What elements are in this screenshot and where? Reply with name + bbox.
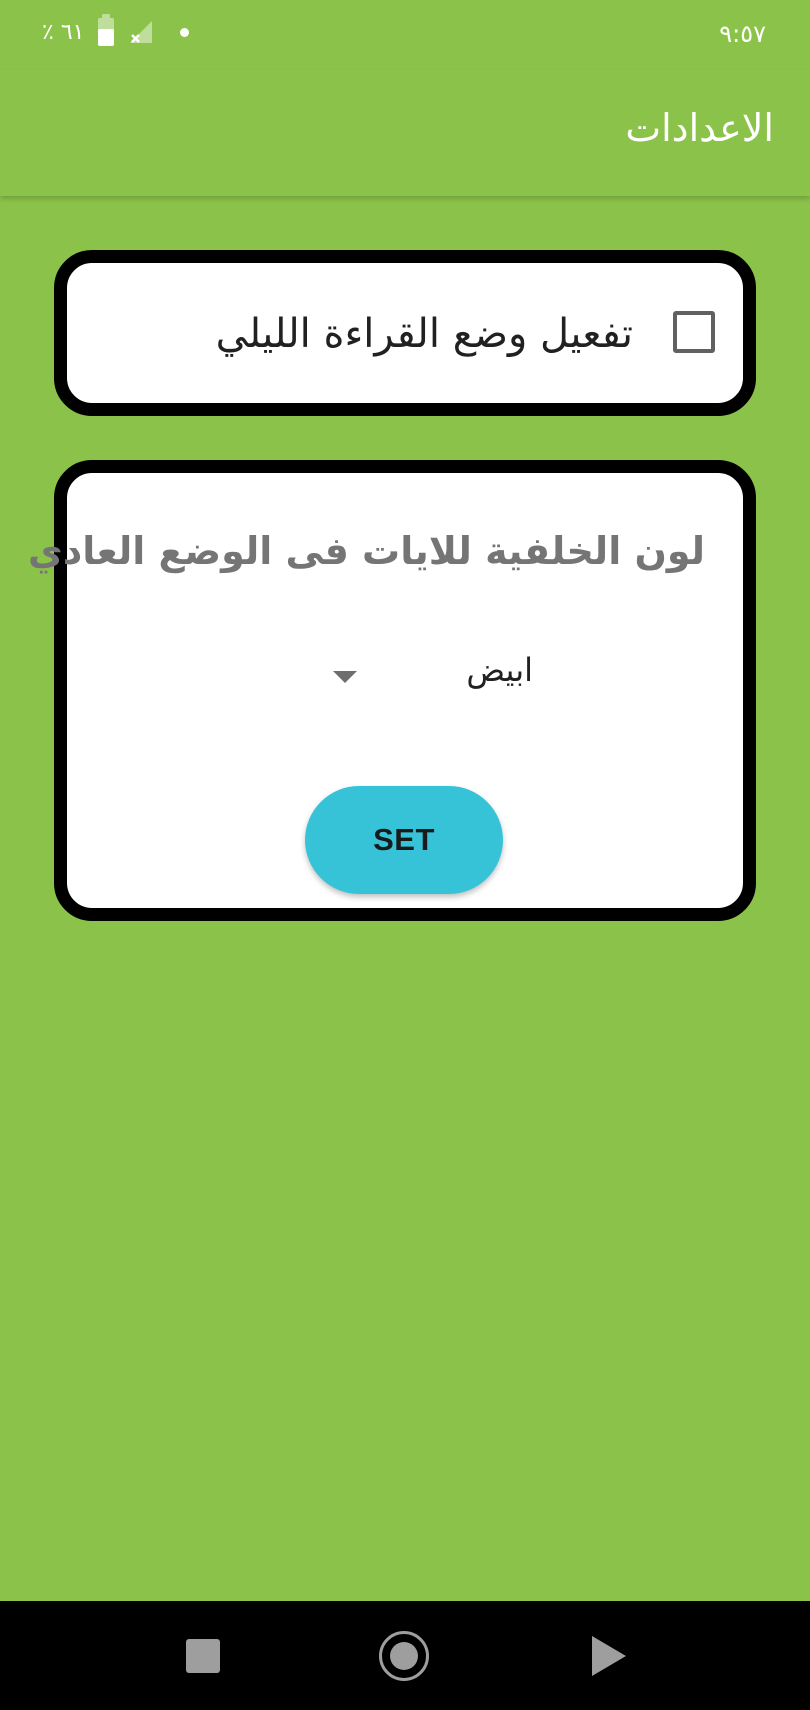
dropdown-arrow-icon: [333, 671, 357, 683]
night-mode-checkbox[interactable]: [673, 311, 715, 353]
night-mode-label[interactable]: تفعيل وضع القراءة الليلي: [216, 311, 633, 357]
status-bar: ٦١ ٪ ٩:٥٧: [0, 0, 810, 70]
background-color-title: لون الخلفية للايات فى الوضع العادي: [27, 529, 705, 573]
color-dropdown[interactable]: ابيض: [333, 651, 533, 707]
dropdown-selected-value: ابيض: [466, 651, 533, 689]
status-time: ٩:٥٧: [719, 20, 766, 48]
navigation-bar: [0, 1601, 810, 1710]
app-bar: الاعدادات: [0, 70, 810, 196]
back-triangle-icon[interactable]: [592, 1636, 626, 1676]
night-mode-card: تفعيل وضع القراءة الليلي: [54, 250, 756, 416]
page-title: الاعدادات: [625, 106, 774, 150]
background-color-card: لون الخلفية للايات فى الوضع العادي ابيض …: [28, 460, 756, 921]
status-icons: ٦١ ٪: [42, 14, 190, 46]
home-circle-icon[interactable]: [379, 1631, 429, 1681]
recents-square-icon[interactable]: [186, 1639, 220, 1673]
notification-dot-icon: [180, 27, 190, 37]
battery-fill: [98, 29, 115, 46]
signal-off-icon: [128, 19, 154, 45]
battery-percentage: ٦١ ٪: [42, 19, 85, 45]
set-button[interactable]: SET: [305, 786, 503, 894]
settings-screen: ٦١ ٪ ٩:٥٧ الاعدادات تفعيل وضع القراءة ال…: [0, 0, 810, 1710]
battery-icon: [98, 14, 115, 46]
